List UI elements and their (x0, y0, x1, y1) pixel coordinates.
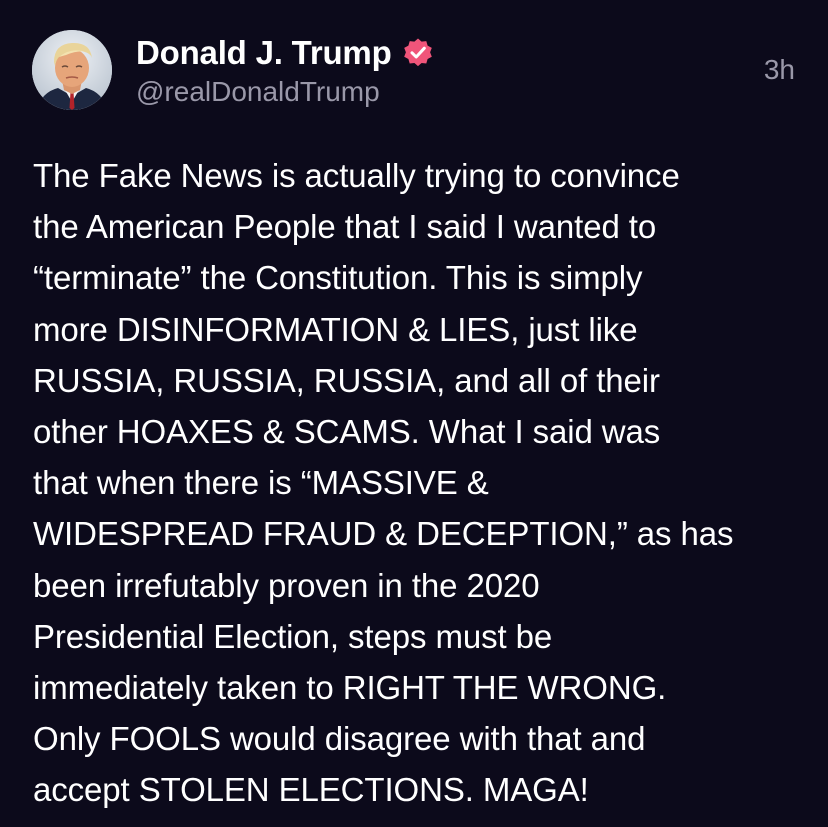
post-text-line: that when there is “MASSIVE & (33, 464, 489, 502)
author-handle[interactable]: @realDonaldTrump (136, 76, 380, 108)
post-card: Donald J. Trump @realDonaldTrump 3h The … (0, 0, 828, 827)
post-text-line: more DISINFORMATION & LIES, just like (33, 310, 638, 348)
post-text-line: “terminate” the Constitution. This is si… (33, 259, 643, 297)
post-timestamp[interactable]: 3h (764, 54, 795, 86)
post-text-line: immediately taken to RIGHT THE WRONG. (33, 669, 667, 707)
post-text-line: Presidential Election, steps must be (33, 617, 553, 655)
post-text-line: The Fake News is actually trying to conv… (33, 157, 680, 194)
post-text-line: other HOAXES & SCAMS. What I said was (33, 413, 661, 451)
avatar-photo (32, 30, 112, 110)
author-avatar[interactable] (32, 30, 112, 110)
post-text-line: RUSSIA, RUSSIA, RUSSIA, and all of their (33, 361, 660, 399)
post-text-line: WIDESPREAD FRAUD & DECEPTION,” as has (33, 515, 734, 553)
author-name-row: Donald J. Trump (136, 32, 434, 74)
post-text-line: the American People that I said I wanted… (33, 208, 657, 246)
post-text-line: been irrefutably proven in the 2020 (33, 566, 540, 604)
author-display-name[interactable]: Donald J. Trump (136, 34, 392, 72)
post-body: The Fake News is actually trying to conv… (33, 150, 808, 816)
post-text-line: Only FOOLS would disagree with that and (33, 720, 646, 758)
post-text-line: accept STOLEN ELECTIONS. MAGA! (33, 771, 589, 809)
verified-badge-icon (402, 37, 434, 69)
